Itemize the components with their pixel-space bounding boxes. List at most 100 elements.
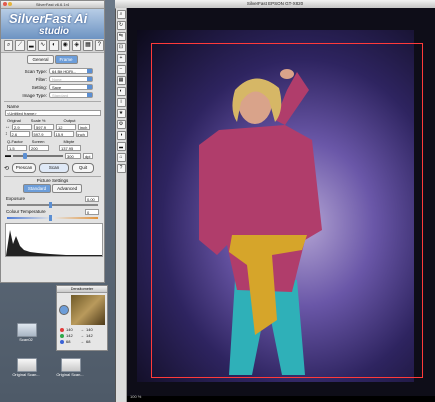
desktop-icon-label: Original Scan... [56, 372, 84, 377]
color-icon[interactable]: ◐ [116, 87, 126, 96]
image-type-select[interactable]: Standard [49, 92, 93, 98]
sharpen-icon[interactable]: ◈ [71, 40, 82, 51]
output-width-input[interactable]: 12 [56, 124, 76, 130]
unit-select[interactable]: inch [78, 124, 90, 130]
panel-title: SilverFast v6.6.1r4 [35, 2, 70, 7]
zoom-label: 100 % [130, 394, 142, 399]
densitometer-top [59, 295, 105, 325]
resolution-input[interactable]: 300 [65, 153, 81, 159]
star-icon[interactable]: ★ [116, 109, 126, 118]
info-icon[interactable]: i [116, 98, 126, 107]
scan-button[interactable]: Scan [39, 163, 70, 173]
descreen-icon[interactable]: ▦ [83, 40, 93, 51]
resolution-row: ▬ 300 dpi [5, 153, 104, 159]
logo-text: SilverFast Ai [9, 11, 88, 26]
frame-delete-icon[interactable]: − [116, 65, 126, 74]
tab-general[interactable]: General [27, 55, 54, 64]
densitometer-panel: Densitometer 140 → 140 142 → 142 68 → 68 [56, 285, 108, 351]
colour-temp-slider[interactable] [7, 215, 98, 221]
channel-dot-icon [60, 327, 64, 332]
arrow-icon: → [80, 339, 84, 344]
channel-dot-icon [60, 339, 64, 344]
colour-temp-slider-thumb[interactable] [49, 215, 52, 221]
folder-icon [17, 323, 37, 337]
setting-select[interactable]: Save [49, 84, 93, 90]
histogram-graph [6, 230, 102, 256]
exposure-slider[interactable] [7, 202, 98, 208]
original-header: Original [7, 118, 21, 123]
densitometer-title: Densitometer [57, 286, 107, 293]
desktop-icon-scan02[interactable]: Scan02 [11, 323, 41, 342]
dims-row-2: ↕ 2.6 597.9 15.9 inch [5, 131, 104, 137]
histogram-icon[interactable]: ▂ [26, 40, 36, 51]
exposure-input[interactable]: 0.00 [85, 196, 99, 202]
scan-type-select[interactable]: 64 Bit HDRi... [49, 68, 93, 74]
exposure-row: Exposure 0.00 [6, 196, 99, 202]
mirror-icon[interactable]: ⇋ [116, 32, 126, 41]
resolution-slider[interactable] [13, 153, 63, 159]
action-buttons: ⟲ Prescan Scan Quit [4, 163, 104, 173]
original-height-input[interactable]: 2.6 [9, 131, 30, 137]
density-before-value: 140 [66, 327, 73, 332]
densitometer-row: 68 → 68 [60, 339, 104, 344]
exposure-slider-thumb[interactable] [49, 202, 52, 208]
frame-name-input[interactable]: <Untitled frame> [5, 110, 101, 116]
resolution-unit[interactable]: dpi [83, 153, 93, 159]
resolution-slider-thumb[interactable] [23, 153, 27, 159]
colour-temp-label: Colour Temperature [6, 209, 46, 214]
close-icon[interactable] [3, 2, 7, 6]
tab-advanced[interactable]: Advanced [52, 184, 83, 193]
curves-icon[interactable]: ∿ [37, 40, 48, 51]
channel-dot-icon [60, 333, 64, 338]
scan-frame[interactable] [151, 43, 423, 378]
screen-label: Screen [31, 139, 45, 144]
document-icon [17, 358, 37, 372]
zoom-icon[interactable]: ⌕ [116, 10, 126, 19]
panel-titlebar: SilverFast v6.6.1r4 [1, 1, 104, 9]
filter-select[interactable]: None [49, 76, 93, 82]
desktop-icon-original-2[interactable]: Original Scan... [55, 358, 85, 377]
setting-label: Setting: [31, 84, 47, 90]
negative-icon[interactable]: ◑ [116, 131, 126, 140]
output-header: Output [63, 118, 76, 123]
reset-icon[interactable]: ⟲ [4, 165, 9, 172]
scale-input[interactable]: 597.9 [34, 124, 54, 130]
height-arrow-icon: ↕ [5, 131, 8, 137]
rotate-icon[interactable]: ↻ [116, 21, 126, 30]
output-height-input[interactable]: 15.9 [53, 131, 74, 137]
prescan-button[interactable]: Prescan [12, 163, 37, 173]
help-icon[interactable]: ? [94, 40, 104, 51]
colour-temp-input[interactable]: 0 [85, 209, 99, 215]
help-icon[interactable]: ? [116, 164, 126, 173]
unit-select-2[interactable]: inch [75, 131, 88, 137]
scan-window-title: SilverFast EPSON GT-X820 [246, 1, 304, 6]
tab-frame[interactable]: Frame [54, 55, 78, 64]
selective-color-icon[interactable]: ◉ [60, 40, 70, 51]
desktop-icon-original-1[interactable]: Original Scan... [11, 358, 41, 377]
tab-standard[interactable]: Standard [22, 184, 52, 193]
dims-row-1: ↔ 2.9 597.9 12 inch [5, 124, 104, 130]
gradation-icon[interactable]: ⟋ [15, 40, 25, 51]
crop-icon[interactable]: ⊡ [116, 43, 126, 52]
histogram-icon[interactable]: ▂ [116, 142, 126, 151]
histogram [5, 223, 103, 257]
frame-add-icon[interactable]: + [116, 54, 126, 63]
scale-header: Scale % [30, 118, 46, 123]
screen-input[interactable]: 200 [29, 145, 49, 151]
color-icon[interactable]: ◐ [49, 40, 59, 51]
magnifier-icon[interactable]: ⌕ [4, 40, 14, 51]
original-width-input[interactable]: 2.9 [12, 124, 32, 130]
dims-header: Original Scale % Output [7, 118, 104, 123]
densitometer-row: 140 → 140 [60, 327, 104, 332]
settings-icon[interactable]: ⚙ [116, 120, 126, 129]
minimize-icon[interactable] [8, 2, 12, 6]
panel-tabs: General Frame [1, 55, 104, 64]
arrow-icon: → [80, 327, 84, 332]
scale-input-2[interactable]: 597.9 [31, 131, 52, 137]
eyedropper-icon[interactable] [59, 305, 69, 315]
quit-button[interactable]: Quit [72, 163, 95, 173]
grid-icon[interactable]: ▦ [116, 76, 126, 85]
lock-icon[interactable]: ⌂ [116, 153, 126, 162]
tool-row: ⌕ ⟋ ▂ ∿ ◐ ◉ ◈ ▦ ? [1, 39, 104, 53]
qfactor-input[interactable]: 1.5 [7, 145, 27, 151]
